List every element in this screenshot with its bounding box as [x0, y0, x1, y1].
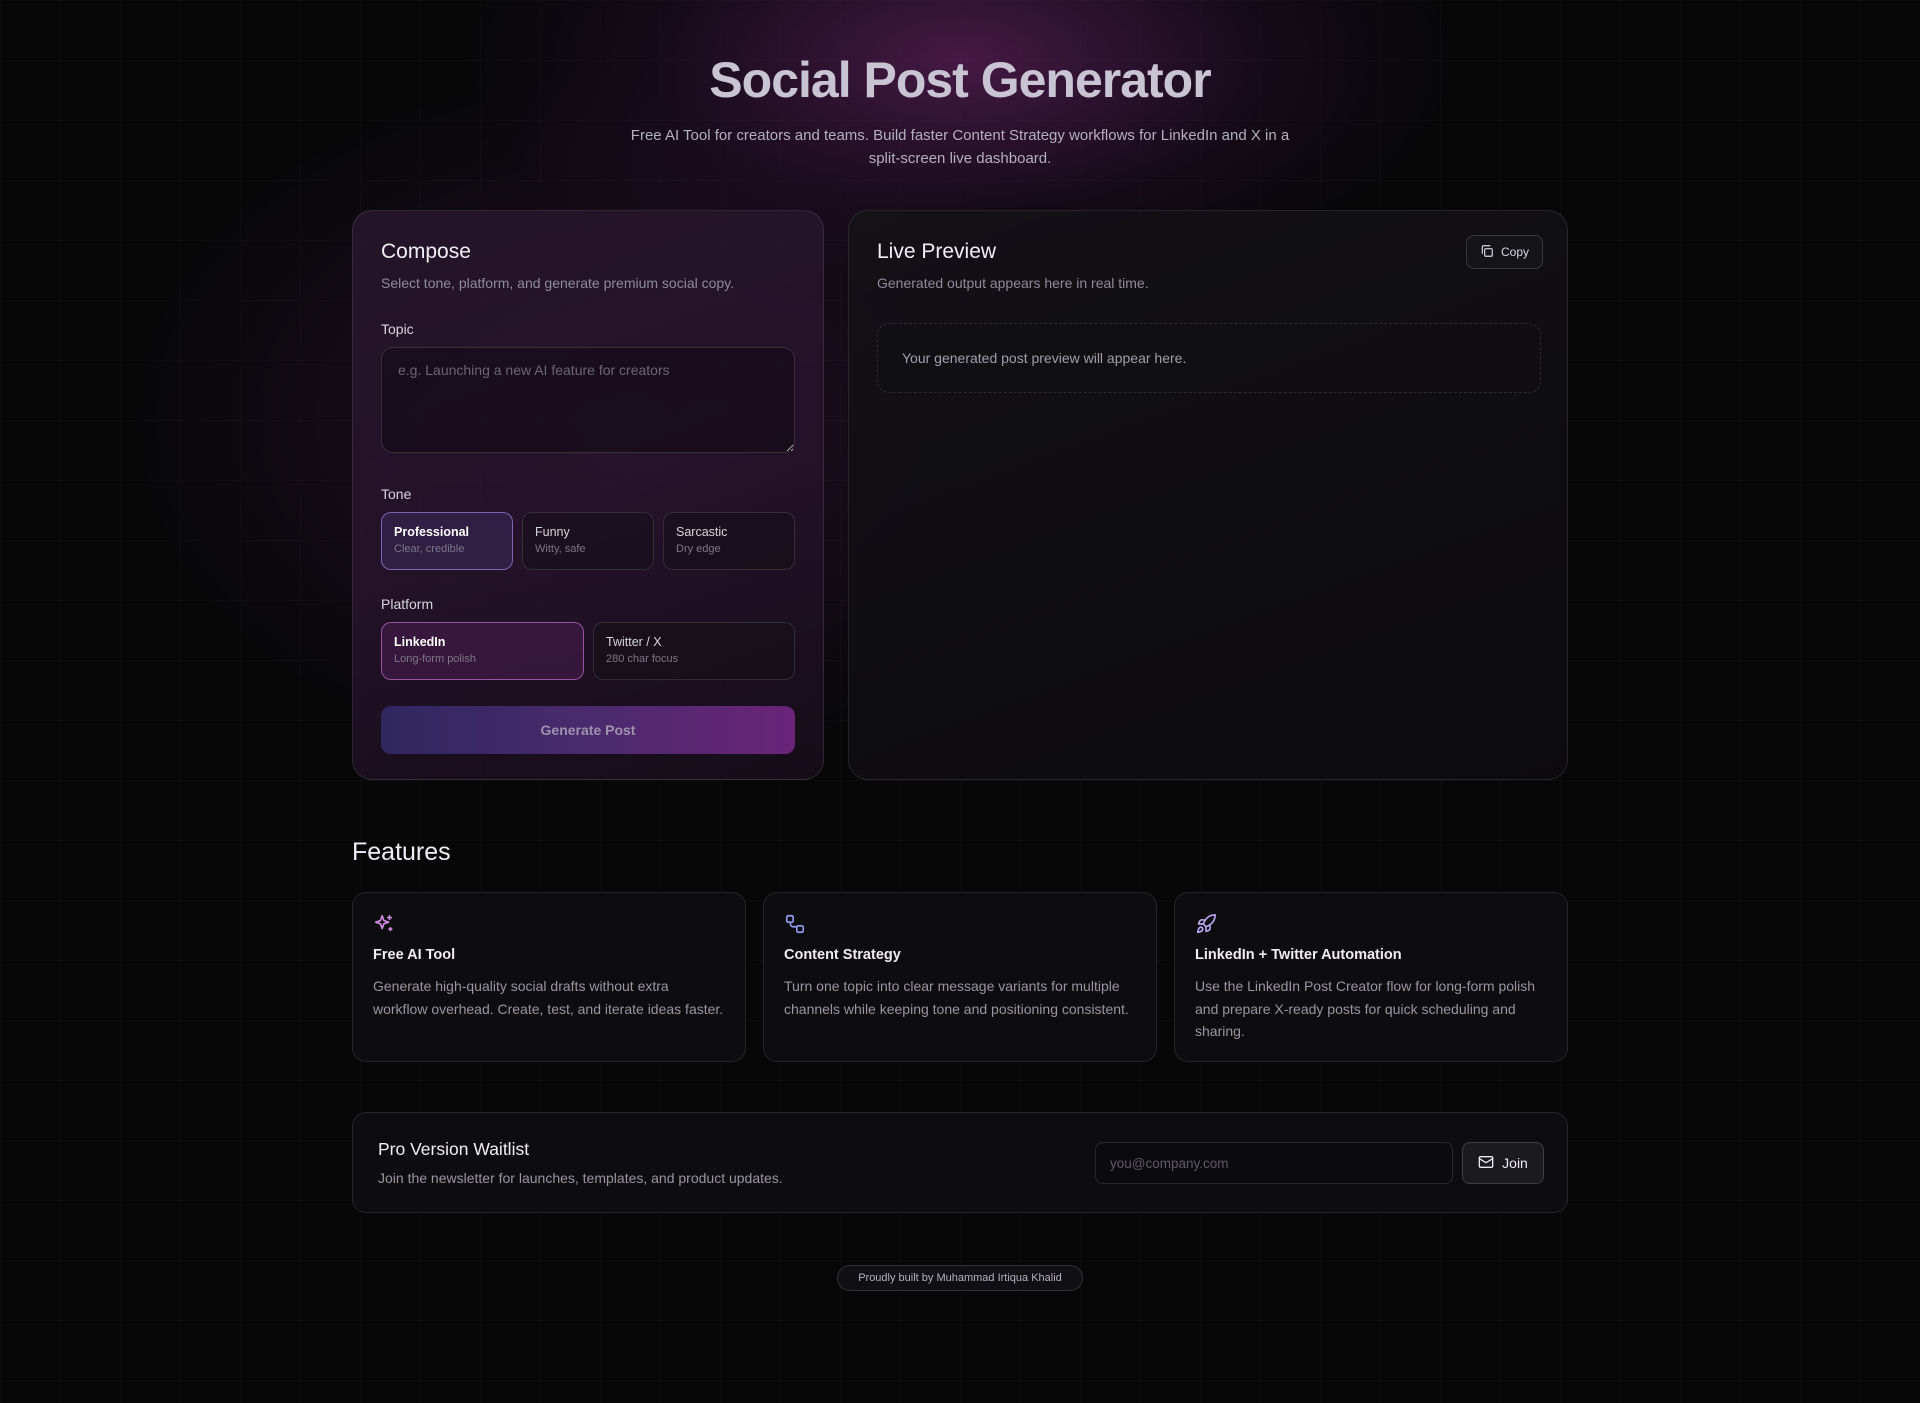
- tone-option-professional[interactable]: Professional Clear, credible: [381, 512, 513, 570]
- platform-options: LinkedIn Long-form polish Twitter / X 28…: [381, 622, 795, 680]
- feature-desc: Turn one topic into clear message varian…: [784, 978, 1129, 1017]
- feature-title: Free AI Tool: [373, 947, 456, 963]
- preview-subtitle: Generated output appears here in real ti…: [877, 275, 1149, 291]
- platform-label: Platform: [381, 596, 434, 612]
- compose-panel: Compose Select tone, platform, and gener…: [352, 210, 824, 780]
- workflow-icon: [784, 913, 806, 935]
- feature-card-free-ai-tool: Free AI Tool Generate high-quality socia…: [352, 892, 746, 1062]
- topic-label: Topic: [381, 321, 414, 337]
- rocket-icon: [1195, 913, 1217, 935]
- feature-card-content-strategy: Content Strategy Turn one topic into cle…: [763, 892, 1157, 1062]
- tone-option-funny[interactable]: Funny Witty, safe: [522, 512, 654, 570]
- feature-title: Content Strategy: [784, 947, 901, 963]
- platform-option-linkedin[interactable]: LinkedIn Long-form polish: [381, 622, 584, 680]
- tone-options: Professional Clear, credible Funny Witty…: [381, 512, 795, 570]
- tone-option-title: Funny: [535, 525, 570, 539]
- platform-option-desc: Long-form polish: [394, 653, 476, 665]
- page-subtitle: Free AI Tool for creators and teams. Bui…: [630, 127, 1290, 167]
- tone-option-desc: Dry edge: [676, 543, 721, 555]
- copy-icon: [1480, 244, 1494, 261]
- tone-option-desc: Witty, safe: [535, 543, 586, 555]
- platform-option-title: LinkedIn: [394, 635, 446, 649]
- compose-subtitle: Select tone, platform, and generate prem…: [381, 275, 735, 291]
- hero-section: Social Post Generator Free AI Tool for c…: [0, 50, 1920, 170]
- tone-option-title: Professional: [394, 525, 470, 539]
- preview-output-box: Your generated post preview will appear …: [877, 323, 1541, 393]
- tone-option-desc: Clear, credible: [394, 543, 465, 555]
- footer-credit: Proudly built by Muhammad Irtiqua Khalid: [837, 1265, 1083, 1291]
- preview-placeholder: Your generated post preview will appear …: [902, 350, 1187, 366]
- feature-card-automation: LinkedIn + Twitter Automation Use the Li…: [1174, 892, 1568, 1062]
- tone-label: Tone: [381, 486, 412, 502]
- platform-option-twitter[interactable]: Twitter / X 280 char focus: [593, 622, 795, 680]
- features-heading: Features: [352, 838, 451, 866]
- platform-option-desc: 280 char focus: [606, 653, 679, 665]
- feature-desc: Generate high-quality social drafts with…: [373, 978, 724, 1017]
- copy-label: Copy: [1500, 245, 1529, 259]
- email-input[interactable]: [1095, 1142, 1453, 1184]
- join-label: Join: [1502, 1155, 1528, 1171]
- tone-option-title: Sarcastic: [676, 525, 728, 539]
- join-button[interactable]: Join: [1462, 1142, 1544, 1184]
- live-preview-panel: Live Preview Generated output appears he…: [848, 210, 1568, 780]
- feature-desc: Use the LinkedIn Post Creator flow for l…: [1195, 978, 1536, 1039]
- compose-title: Compose: [381, 240, 471, 263]
- page-title: Social Post Generator: [709, 52, 1211, 108]
- sparkles-icon: [373, 913, 395, 935]
- preview-title: Live Preview: [877, 240, 997, 263]
- platform-option-title: Twitter / X: [606, 635, 662, 649]
- waitlist-section: Pro Version Waitlist Join the newsletter…: [352, 1112, 1568, 1213]
- topic-input[interactable]: [381, 347, 795, 453]
- mail-icon: [1478, 1154, 1494, 1173]
- tone-option-sarcastic[interactable]: Sarcastic Dry edge: [663, 512, 795, 570]
- feature-title: LinkedIn + Twitter Automation: [1195, 947, 1402, 963]
- copy-button[interactable]: Copy: [1465, 235, 1543, 269]
- generate-post-button[interactable]: Generate Post: [381, 706, 795, 754]
